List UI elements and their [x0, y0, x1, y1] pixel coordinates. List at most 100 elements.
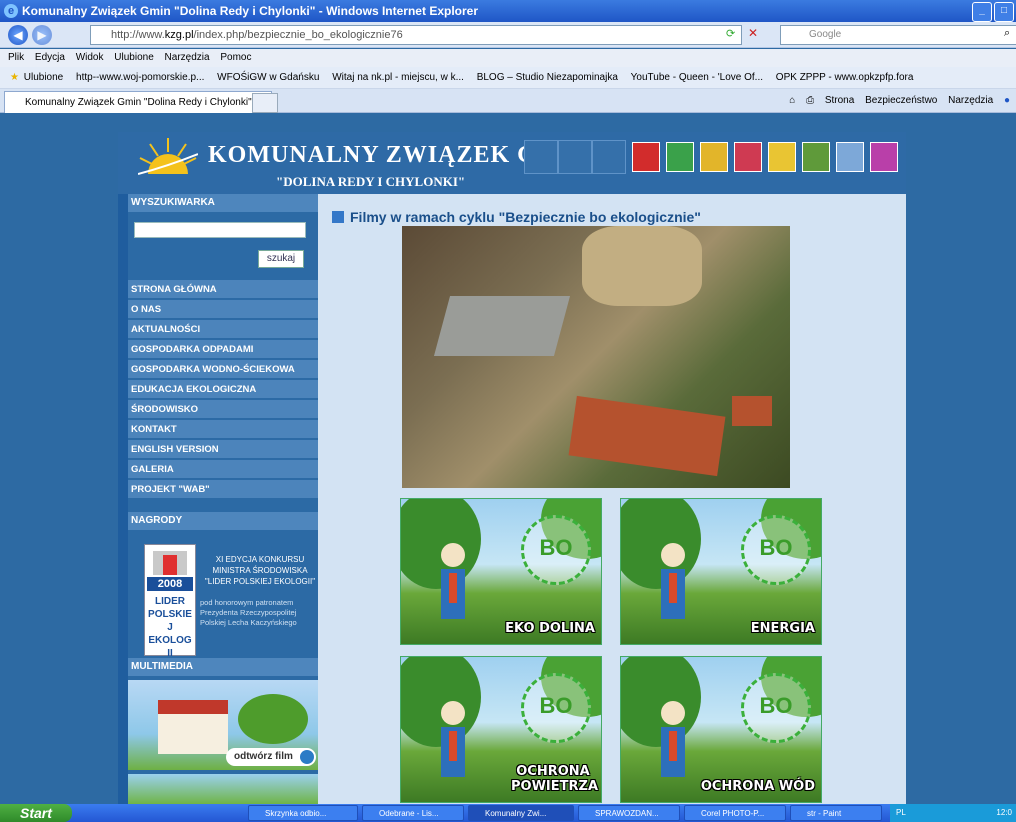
cartoon-character — [661, 701, 685, 777]
address-toolbar: ◀ ▶ http://www.kzg.pl/index.php/bezpiecz… — [0, 22, 1016, 48]
header-box — [592, 140, 626, 174]
menu-tools[interactable]: Narzędzia — [165, 52, 210, 63]
url-domain: kzg.pl — [164, 29, 194, 41]
multimedia-preview-2[interactable] — [128, 774, 318, 804]
minimize-button[interactable]: _ — [972, 2, 992, 22]
multimedia-preview[interactable]: odtwórz film — [128, 680, 318, 770]
help-icon[interactable]: ● — [1004, 95, 1010, 106]
play-film-label: odtwórz film — [234, 751, 293, 762]
nav-gallery[interactable]: GALERIA — [128, 460, 318, 479]
nav-about[interactable]: O NAS — [128, 300, 318, 319]
nav-contact[interactable]: KONTAKT — [128, 420, 318, 439]
video-thumb-ochrona-wod[interactable]: BO OCHRONA WÓD — [620, 656, 822, 803]
url-prefix: http://www. — [111, 29, 165, 41]
nav-news[interactable]: AKTUALNOŚCI — [128, 320, 318, 339]
clock[interactable]: 12:0 — [996, 804, 1012, 822]
arrow-icon — [332, 211, 344, 223]
menu-help[interactable]: Pomoc — [220, 52, 251, 63]
menu-favorites[interactable]: Ulubione — [114, 52, 153, 63]
video-thumb-energia[interactable]: BO ENERGIA — [620, 498, 822, 645]
favorite-link[interactable]: OPK ZPPP - www.opkzpfp.fora — [776, 72, 914, 83]
taskbar-item[interactable]: Skrzynka odbio... — [248, 805, 358, 821]
sidebar: WYSZUKIWARKA szukaj STRONA GŁÓWNA O NAS … — [128, 194, 318, 804]
menu-edit[interactable]: Edycja — [35, 52, 65, 63]
crest-icon[interactable] — [734, 142, 762, 172]
video-label: OCHRONA POWIETRZA — [511, 764, 599, 794]
cartoon-character — [441, 543, 465, 619]
menu-file[interactable]: Plik — [8, 52, 24, 63]
crest-icon[interactable] — [870, 142, 898, 172]
search-field[interactable]: Google — [780, 25, 1016, 45]
new-tab-button[interactable] — [252, 93, 278, 113]
taskbar-item[interactable]: SPRAWOZDAN... — [578, 805, 680, 821]
favorites-button[interactable]: Ulubione — [24, 72, 63, 83]
nav-waste[interactable]: GOSPODARKA ODPADAMI — [128, 340, 318, 359]
video-label: OCHRONA WÓD — [700, 779, 815, 794]
menu-view[interactable]: Widok — [76, 52, 104, 63]
site-header: KOMUNALNY ZWIĄZEK GMIN® "DOLINA REDY I C… — [118, 132, 906, 194]
cartoon-character — [661, 543, 685, 619]
crest-icon[interactable] — [802, 142, 830, 172]
aerial-photo — [402, 226, 790, 488]
award-logo: 2008 LIDER POLSKIEJ EKOLOGII — [144, 544, 196, 659]
command-safety[interactable]: Bezpieczeństwo — [865, 95, 937, 106]
roof-shape — [568, 395, 726, 477]
video-thumb-eko-dolina[interactable]: BO EKO DOLINA — [400, 498, 602, 645]
refresh-icon[interactable]: ⟳ — [726, 27, 735, 40]
crest-icon[interactable] — [666, 142, 694, 172]
command-tools[interactable]: Narzędzia — [948, 95, 993, 106]
crest-icon[interactable] — [768, 142, 796, 172]
favorite-link[interactable]: BLOG – Studio Niezapominajka — [477, 72, 618, 83]
browser-tab[interactable]: Komunalny Związek Gmin "Dolina Redy i Ch… — [4, 91, 272, 113]
house-icon — [158, 700, 228, 754]
windows-taskbar: Start Skrzynka odbio... Odebrane - Lis..… — [0, 804, 1016, 822]
back-button[interactable]: ◀ — [8, 25, 28, 45]
award-title: XI EDYCJA KONKURSU MINISTRA ŚRODOWISKA "… — [204, 555, 316, 586]
stop-icon[interactable]: ✕ — [748, 26, 758, 40]
content-heading: Filmy w ramach cyklu "Bezpiecznie bo eko… — [332, 209, 701, 225]
award-banner[interactable]: 2008 LIDER POLSKIEJ EKOLOGII XI EDYCJA K… — [144, 544, 318, 659]
print-icon[interactable]: ⎙ — [806, 95, 814, 106]
nav-environment[interactable]: ŚRODOWISKO — [128, 400, 318, 419]
search-heading: WYSZUKIWARKA — [128, 194, 318, 212]
crest-icon[interactable] — [836, 142, 864, 172]
favorite-link[interactable]: WFOŚiGW w Gdańsku — [217, 72, 319, 83]
crest-icon[interactable] — [700, 142, 728, 172]
favorite-link[interactable]: YouTube - Queen - 'Love Of... — [631, 72, 763, 83]
taskbar-item[interactable]: str - Paint — [790, 805, 882, 821]
play-film-button[interactable]: odtwórz film — [226, 748, 316, 766]
nav-water[interactable]: GOSPODARKA WODNO-ŚCIEKOWA — [128, 360, 318, 379]
favorite-link[interactable]: http--www.woj-pomorskie.p... — [76, 72, 204, 83]
search-icon[interactable]: ⌕ — [1004, 27, 1010, 40]
flag-stripe — [163, 555, 177, 575]
home-icon[interactable]: ⌂ — [789, 95, 795, 106]
start-button[interactable]: Start — [0, 804, 72, 822]
command-page[interactable]: Strona — [825, 95, 854, 106]
nav-home[interactable]: STRONA GŁÓWNA — [128, 280, 318, 299]
crest-icon[interactable] — [632, 142, 660, 172]
window-title-bar: e Komunalny Związek Gmin "Dolina Redy i … — [0, 0, 1016, 22]
play-icon — [300, 750, 314, 764]
favorite-link[interactable]: Witaj na nk.pl - miejscu, w k... — [332, 72, 464, 83]
nav-english[interactable]: ENGLISH VERSION — [128, 440, 318, 459]
nav-project-wab[interactable]: PROJEKT "WAB" — [128, 480, 318, 499]
language-indicator[interactable]: PL — [896, 808, 906, 817]
maximize-button[interactable]: □ — [994, 2, 1014, 22]
video-thumb-ochrona-powietrza[interactable]: BO OCHRONA POWIETRZA — [400, 656, 602, 803]
site-search-input[interactable] — [134, 222, 306, 238]
taskbar-item[interactable]: Odebrane - Lis... — [362, 805, 464, 821]
video-label: ENERGIA — [750, 621, 815, 636]
building-shape — [433, 296, 571, 356]
taskbar-item-active[interactable]: Komunalny Zwi... — [468, 805, 574, 821]
forward-button[interactable]: ▶ — [32, 25, 52, 45]
taskbar-item[interactable]: Corel PHOTO-P... — [684, 805, 786, 821]
nav-education[interactable]: EDUKACJA EKOLOGICZNA — [128, 380, 318, 399]
logo-circle: BO — [521, 673, 591, 743]
roof-shape — [732, 396, 772, 426]
cartoon-character — [441, 701, 465, 777]
address-input[interactable]: http://www.kzg.pl/index.php/bezpiecznie_… — [90, 25, 742, 45]
ie-logo-icon: e — [4, 4, 18, 18]
header-box — [558, 140, 592, 174]
command-bar: ⌂ ⎙ Strona Bezpieczeństwo Narzędzia ● — [781, 93, 1010, 109]
search-button[interactable]: szukaj — [258, 250, 304, 268]
